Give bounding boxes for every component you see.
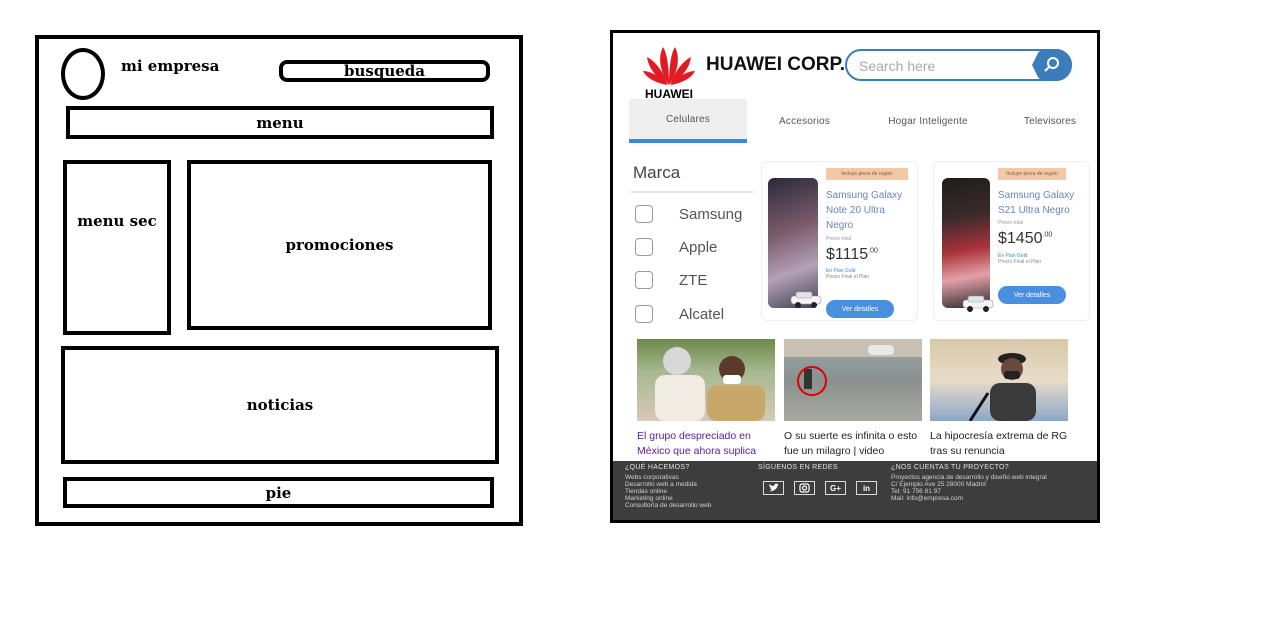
footer-link[interactable]: Webs corporativas bbox=[625, 474, 745, 481]
wireframe-company-label: mi empresa bbox=[121, 57, 220, 75]
footer: ¿QUÉ HACEMOS? Webs corporativas Desarrol… bbox=[613, 461, 1097, 520]
wireframe-news-label: noticias bbox=[246, 396, 314, 414]
news-image[interactable] bbox=[930, 339, 1068, 421]
wireframe-search-label: busqueda bbox=[344, 62, 425, 80]
wireframe-search-box: busqueda bbox=[279, 60, 490, 82]
wireframe-footer-box: pie bbox=[63, 477, 494, 508]
search-icon bbox=[1044, 57, 1059, 72]
footer-email-link[interactable]: Mail: info@empresa.com bbox=[891, 495, 1091, 502]
view-details-button[interactable]: Ver detalles bbox=[998, 286, 1066, 304]
huawei-logo[interactable]: HUAWEI bbox=[641, 37, 697, 101]
product-plan: En Plan Gold Precio Final el Plan bbox=[826, 268, 869, 280]
footer-text: Tel: 91 756 81 97 bbox=[891, 488, 941, 495]
footer-heading: SÍGUENOS EN REDES bbox=[758, 464, 838, 471]
price-cents: .00 bbox=[868, 247, 878, 255]
filter-label: Apple bbox=[679, 239, 718, 256]
tab-celulares[interactable]: Celulares bbox=[629, 99, 747, 143]
footer-link[interactable]: Marketing online bbox=[625, 495, 745, 502]
plan-detail: Precio Final el Plan bbox=[998, 259, 1042, 265]
wireframe-menu-label: menu bbox=[256, 113, 304, 132]
tab-hogar-inteligente[interactable]: Hogar Inteligente bbox=[867, 99, 989, 143]
wireframe-promotions-box: promociones bbox=[187, 160, 492, 330]
filter-label: Samsung bbox=[679, 206, 743, 223]
product-name[interactable]: Samsung Galaxy S21 Ultra Negro bbox=[998, 188, 1078, 218]
news-item-3[interactable]: La hipocresía extrema de RG tras su renu… bbox=[930, 339, 1068, 459]
product-price-note: Precio total bbox=[826, 236, 852, 242]
view-details-button[interactable]: Ver detalles bbox=[826, 300, 894, 318]
product-plan: En Plan Gold Precio Final el Plan bbox=[998, 253, 1041, 265]
footer-link[interactable]: Consultoría de desarrollo web bbox=[625, 502, 745, 509]
checkbox[interactable] bbox=[635, 305, 653, 323]
footer-link[interactable]: Tiendas online bbox=[625, 488, 745, 495]
brand-title: HUAWEI CORP. bbox=[706, 54, 846, 75]
search-button[interactable] bbox=[1032, 49, 1072, 81]
product-price: $1115.00 bbox=[826, 246, 878, 264]
wireframe-promotions-label: promociones bbox=[285, 236, 394, 254]
news-photo-athlete bbox=[968, 353, 1036, 421]
filter-item-alcatel[interactable]: Alcatel bbox=[635, 305, 755, 327]
instagram-icon[interactable] bbox=[794, 481, 815, 495]
news-item-1[interactable]: El grupo despreciado en México que ahora… bbox=[637, 339, 775, 459]
wireframe-footer-label: pie bbox=[265, 483, 292, 502]
search-input[interactable] bbox=[859, 56, 1029, 76]
footer-text: Proyectos agencia de desarrollo y diseño… bbox=[891, 474, 1047, 481]
google-plus-icon[interactable]: G+ bbox=[825, 481, 846, 495]
wireframe-menu-sec-box: menu sec bbox=[63, 160, 171, 335]
product-image-s21 bbox=[942, 178, 990, 308]
filter-item-zte[interactable]: ZTE bbox=[635, 271, 755, 293]
product-card-note20[interactable]: Incluye pieza de regalo Samsung Galaxy N… bbox=[761, 161, 918, 321]
car-icon bbox=[790, 291, 822, 308]
linkedin-icon[interactable]: in bbox=[856, 481, 877, 495]
huawei-flower-icon bbox=[643, 47, 695, 85]
product-price: $1450.00 bbox=[998, 230, 1052, 248]
product-card-s21[interactable]: Incluye pieza de regalo Samsung Galaxy S… bbox=[933, 161, 1090, 321]
filter-label: Alcatel bbox=[679, 306, 725, 323]
tab-accesorios[interactable]: Accesorios bbox=[757, 99, 852, 143]
news-photo-people bbox=[655, 347, 765, 421]
product-image-note20 bbox=[768, 178, 818, 308]
footer-col-services: ¿QUÉ HACEMOS? Webs corporativas Desarrol… bbox=[625, 464, 745, 509]
product-badge: Incluye pieza de regalo bbox=[826, 168, 908, 180]
twitter-icon[interactable] bbox=[763, 481, 784, 495]
news-image[interactable] bbox=[637, 339, 775, 421]
website-mockup: HUAWEI HUAWEI CORP. Celulares Accesorios… bbox=[610, 30, 1100, 523]
car-icon bbox=[962, 295, 994, 312]
plan-detail: Precio Final el Plan bbox=[826, 274, 870, 280]
product-name[interactable]: Samsung Galaxy Note 20 Ultra Negro bbox=[826, 188, 914, 233]
footer-col-contact: ¿NOS CUENTAS TU PROYECTO? Proyectos agen… bbox=[891, 464, 1091, 502]
wireframe-sketch: mi empresa busqueda menu menu sec promoc… bbox=[35, 35, 523, 526]
tab-televisores[interactable]: Televisores bbox=[1005, 99, 1095, 143]
wireframe-menu-sec-label: menu sec bbox=[77, 212, 157, 230]
filter-divider bbox=[631, 191, 753, 193]
checkbox[interactable] bbox=[635, 238, 653, 256]
filter-item-samsung[interactable]: Samsung bbox=[635, 205, 755, 227]
product-price-note: Precio total bbox=[998, 220, 1024, 226]
footer-col-social: SÍGUENOS EN REDES bbox=[758, 464, 878, 474]
footer-heading: ¿NOS CUENTAS TU PROYECTO? bbox=[891, 464, 1009, 471]
checkbox[interactable] bbox=[635, 271, 653, 289]
news-title[interactable]: El grupo despreciado en México que ahora… bbox=[637, 429, 775, 459]
wireframe-news-box: noticias bbox=[61, 346, 499, 464]
checkbox[interactable] bbox=[635, 205, 653, 223]
product-badge: Incluye pieza de regalo bbox=[998, 168, 1066, 180]
footer-heading: ¿QUÉ HACEMOS? bbox=[625, 464, 690, 471]
wireframe-logo-circle bbox=[61, 48, 105, 100]
price-value: $1450 bbox=[998, 230, 1043, 247]
footer-text: C/ Ejemplo Ave 25 28000 Madrid bbox=[891, 481, 986, 488]
news-image[interactable] bbox=[784, 339, 922, 421]
price-cents: .00 bbox=[1042, 231, 1053, 239]
news-item-2[interactable]: O su suerte es infinita o esto fue un mi… bbox=[784, 339, 922, 459]
news-title[interactable]: O su suerte es infinita o esto fue un mi… bbox=[784, 429, 922, 459]
price-value: $1115 bbox=[826, 246, 869, 263]
filter-title: Marca bbox=[633, 163, 681, 182]
news-title[interactable]: La hipocresía extrema de RG tras su renu… bbox=[930, 429, 1068, 459]
search-bar bbox=[845, 49, 1072, 81]
news-photo-street bbox=[784, 339, 922, 396]
category-tabs: Celulares Accesorios Hogar Inteligente T… bbox=[627, 99, 1087, 143]
footer-link[interactable]: Desarrollo web a medida bbox=[625, 481, 745, 488]
wireframe-menu-box: menu bbox=[66, 106, 494, 139]
filter-label: ZTE bbox=[679, 272, 708, 289]
filter-item-apple[interactable]: Apple bbox=[635, 238, 755, 260]
